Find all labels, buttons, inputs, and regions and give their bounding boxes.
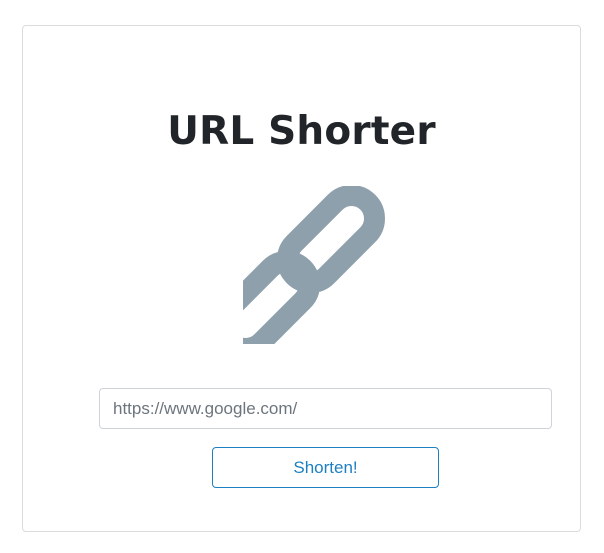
shortener-card: URL Shorter Shorten! [22,25,581,532]
link-chain-icon [243,186,386,344]
url-input[interactable] [99,388,552,429]
page-title: URL Shorter [167,109,436,154]
shorten-button[interactable]: Shorten! [212,447,439,488]
